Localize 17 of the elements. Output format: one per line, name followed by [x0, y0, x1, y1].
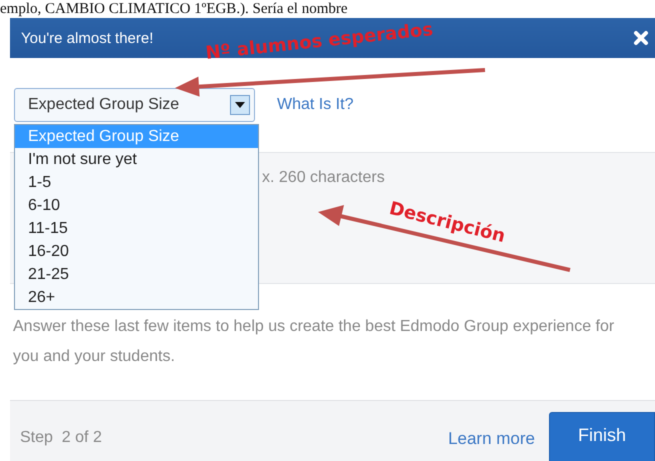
- dropdown-option[interactable]: 11-15: [15, 217, 258, 240]
- dropdown-option[interactable]: 1-5: [15, 171, 258, 194]
- dropdown-option[interactable]: 6-10: [15, 194, 258, 217]
- close-icon[interactable]: [633, 30, 649, 46]
- group-size-dropdown[interactable]: Expected Group Size: [14, 88, 255, 122]
- document-text: emplo, CAMBIO CLIMATICO 1ºEGB.). Sería el nombre: [0, 0, 349, 18]
- dropdown-option[interactable]: 21-25: [15, 263, 258, 286]
- dropdown-option[interactable]: 16-20: [15, 240, 258, 263]
- finish-button[interactable]: Finish: [549, 412, 655, 461]
- dialog-title: You're almost there!: [21, 30, 154, 46]
- annotation-label: Nº alumnos esperados: [204, 19, 434, 64]
- help-link[interactable]: What Is It?: [277, 96, 354, 114]
- dropdown-option[interactable]: 26+: [15, 286, 258, 309]
- learn-more-link[interactable]: Learn more: [448, 429, 535, 449]
- intro-text: Answer these last few items to help us create the best Edmodo Group experience for you and your students.: [13, 317, 616, 367]
- caret-icon: [230, 95, 250, 115]
- step-counter: Step 2 of 2: [20, 429, 103, 447]
